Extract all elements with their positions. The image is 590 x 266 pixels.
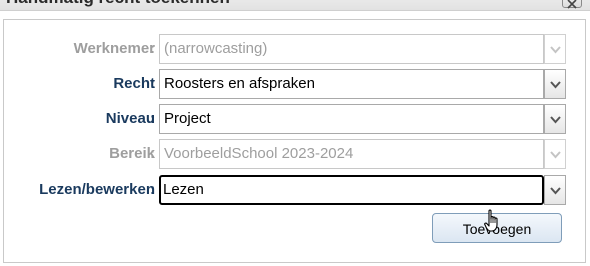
- recht-colon: :: [150, 75, 155, 92]
- row-recht: Recht : Roosters en afspraken: [4, 69, 587, 99]
- lezen-bewerken-label: Lezen/bewerken: [39, 181, 155, 198]
- recht-select[interactable]: Roosters en afspraken: [159, 69, 544, 99]
- chevron-down-icon: [550, 81, 561, 89]
- row-bereik: Bereik : VoorbeeldSchool 2023-2024: [4, 139, 587, 169]
- row-niveau: Niveau : Project: [4, 104, 587, 134]
- recht-dropdown-button[interactable]: [544, 69, 566, 99]
- row-werknemer: Werknemer : (narrowcasting): [4, 34, 587, 64]
- row-lezen-bewerken: Lezen/bewerken : Lezen: [4, 175, 587, 205]
- hand-pointer-icon: [484, 209, 498, 232]
- lezen-bewerken-colon: :: [150, 181, 155, 198]
- niveau-label: Niveau: [105, 110, 155, 127]
- close-x-icon: [567, 0, 577, 9]
- bereik-select: VoorbeeldSchool 2023-2024: [159, 139, 544, 169]
- bereik-label: Bereik: [109, 145, 155, 162]
- lezen-bewerken-dropdown-button[interactable]: [544, 175, 566, 205]
- dialog-title: Handmatig recht toekennen: [6, 0, 230, 10]
- dialog-titlebar: Handmatig recht toekennen: [0, 0, 590, 11]
- niveau-dropdown-button[interactable]: [544, 104, 566, 134]
- chevron-down-icon: [550, 46, 561, 54]
- chevron-down-icon: [550, 151, 561, 159]
- werknemer-dropdown-button: [544, 34, 566, 64]
- bereik-colon: :: [150, 145, 155, 162]
- chevron-down-icon: [550, 187, 561, 195]
- chevron-down-icon: [550, 116, 561, 124]
- niveau-select[interactable]: Project: [159, 104, 544, 134]
- close-button[interactable]: [562, 0, 582, 9]
- recht-label: Recht: [113, 75, 155, 92]
- werknemer-colon: :: [150, 40, 155, 57]
- bereik-dropdown-button: [544, 139, 566, 169]
- werknemer-label: Werknemer: [73, 40, 155, 57]
- dialog: Handmatig recht toekennen Werknemer : (n…: [0, 0, 590, 266]
- werknemer-select: (narrowcasting): [159, 34, 544, 64]
- niveau-colon: :: [150, 110, 155, 127]
- lezen-bewerken-select[interactable]: Lezen: [159, 175, 544, 205]
